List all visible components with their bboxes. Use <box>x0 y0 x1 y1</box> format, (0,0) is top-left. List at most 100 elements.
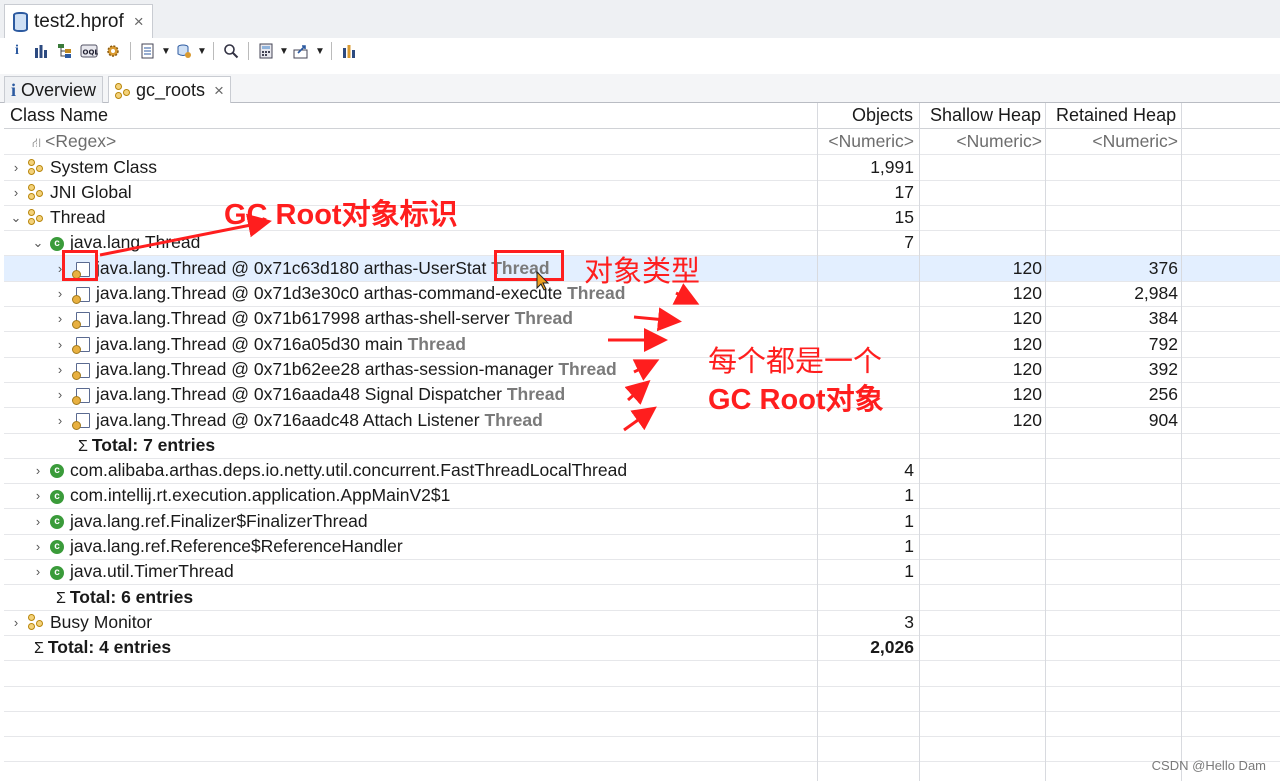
objects-filter-input[interactable]: <Numeric> <box>818 129 914 154</box>
chevron-right-icon[interactable]: › <box>32 458 44 483</box>
sum-icon: Σ <box>34 640 44 658</box>
chevron-right-icon[interactable]: › <box>10 610 22 635</box>
class-icon: c <box>50 565 64 580</box>
shallow-cell: 120 <box>1012 333 1042 354</box>
chevron-right-icon[interactable]: › <box>54 332 66 357</box>
toolbar-separator <box>248 42 249 60</box>
total-row[interactable]: Σ Total: 4 entries 2,026 <box>4 635 1280 662</box>
table-row[interactable]: › c java.util.TimerThread 1 <box>4 559 1280 586</box>
tab-overview[interactable]: i Overview <box>4 76 104 103</box>
class-name-cell: c com.alibaba.arthas.deps.io.netty.util.c… <box>50 458 627 483</box>
chevron-right-icon[interactable]: › <box>54 281 66 306</box>
dominator-tree-icon[interactable] <box>54 40 76 62</box>
retained-cell: 256 <box>1148 384 1178 405</box>
objects-cell: 2,026 <box>870 637 914 658</box>
export-icon[interactable] <box>291 40 313 62</box>
editor-tab-bar: test2.hprof × <box>0 0 1280 39</box>
close-icon[interactable]: × <box>214 81 224 101</box>
row-name: Busy Monitor <box>50 611 153 632</box>
row-name: java.lang.Thread @ 0x716a05d30 main <box>96 333 403 354</box>
table-row[interactable]: › java.lang.Thread @ 0x716aada48 Signal D… <box>4 382 1280 409</box>
class-name-cell: c java.lang.ref.Finalizer$FinalizerThread <box>50 509 368 534</box>
chevron-right-icon[interactable]: › <box>54 382 66 407</box>
export-dropdown-icon[interactable]: ▼ <box>315 40 325 62</box>
table-row[interactable]: › c java.lang.ref.Finalizer$FinalizerThrea… <box>4 509 1280 535</box>
class-icon: c <box>50 489 64 504</box>
table-row[interactable]: › c java.lang.ref.Reference$ReferenceHandl… <box>4 534 1280 560</box>
chevron-right-icon[interactable]: › <box>32 509 44 534</box>
table-row[interactable]: › Busy Monitor 3 <box>4 610 1280 636</box>
editor-tab-test2-hprof[interactable]: test2.hprof × <box>4 4 153 38</box>
table-row[interactable]: ⌄ Thread 15 <box>4 205 1280 232</box>
total-row[interactable]: Σ Total: 7 entries <box>4 433 1280 459</box>
chevron-down-icon[interactable]: ⌄ <box>10 205 22 230</box>
object-gc-root-icon <box>72 337 90 355</box>
shallow-cell <box>920 509 1042 534</box>
chevron-right-icon[interactable]: › <box>10 155 22 180</box>
column-header-objects[interactable]: Objects <box>852 103 913 128</box>
retained-heap-filter-input[interactable]: <Numeric> <box>1046 129 1178 154</box>
chevron-right-icon[interactable]: › <box>10 180 22 205</box>
search-icon[interactable] <box>220 40 242 62</box>
shallow-cell <box>920 458 1042 483</box>
column-separator[interactable] <box>1045 103 1046 781</box>
chevron-right-icon[interactable]: › <box>54 357 66 382</box>
query-dropdown-icon[interactable]: ▼ <box>197 40 207 62</box>
table-row[interactable]: › c com.alibaba.arthas.deps.io.netty.util.… <box>4 458 1280 485</box>
result-tab-bar: i Overview gc_roots × <box>0 74 1280 104</box>
table-row[interactable]: › JNI Global 17 <box>4 180 1280 206</box>
shallow-cell: 120 <box>1012 384 1042 405</box>
column-header-shallow-heap[interactable]: Shallow Heap <box>930 103 1041 128</box>
total-row[interactable]: Σ Total: 6 entries <box>4 585 1280 611</box>
class-name-cell: Σ Total: 7 entries <box>78 433 215 458</box>
class-icon: c <box>50 515 64 530</box>
oql-icon[interactable]: OQL <box>78 40 100 62</box>
row-name: java.lang.Thread @ 0x716aadc48 Attach Li… <box>96 409 480 430</box>
table-row[interactable]: › java.lang.Thread @ 0x716a05d30 main Thr… <box>4 332 1280 358</box>
table-row[interactable]: › c com.intellij.rt.execution.application.… <box>4 483 1280 510</box>
row-name: java.lang.Thread @ 0x71d3e30c0 arthas-co… <box>96 283 563 303</box>
info-icon: i <box>11 79 17 100</box>
calculator-dropdown-icon[interactable]: ▼ <box>279 40 289 62</box>
main-toolbar: i OQL ▼ ▼ ▼ ▼ <box>0 38 1280 64</box>
chevron-right-icon[interactable]: › <box>32 483 44 508</box>
svg-text:OQL: OQL <box>83 49 99 57</box>
heap-dump-icon[interactable] <box>338 40 360 62</box>
class-name-cell: java.lang.Thread @ 0x716aadc48 Attach Li… <box>72 408 543 433</box>
toolbar-separator <box>213 42 214 60</box>
column-separator[interactable] <box>1181 103 1182 781</box>
table-row[interactable]: › java.lang.Thread @ 0x71b617998 arthas-s… <box>4 306 1280 333</box>
chevron-down-icon[interactable]: ⌄ <box>32 230 44 255</box>
histogram-icon[interactable] <box>30 40 52 62</box>
row-name: java.lang.Thread @ 0x71b62ee28 arthas-se… <box>96 358 554 379</box>
table-row[interactable]: › java.lang.Thread @ 0x71b62ee28 arthas-s… <box>4 357 1280 383</box>
tab-gc-roots[interactable]: gc_roots × <box>108 76 231 104</box>
row-name: com.alibaba.arthas.deps.io.netty.util.co… <box>70 460 628 481</box>
calculator-icon[interactable] <box>255 40 277 62</box>
chevron-right-icon[interactable]: › <box>54 408 66 433</box>
column-header-class-name[interactable]: Class Name <box>10 103 108 128</box>
regex-filter-input[interactable]: ⛙ <Regex> <box>32 129 116 154</box>
objects-cell: 4 <box>904 460 914 481</box>
chevron-right-icon[interactable]: › <box>32 534 44 559</box>
table-row[interactable]: › java.lang.Thread @ 0x716aadc48 Attach L… <box>4 408 1280 434</box>
query-browser-icon[interactable] <box>173 40 195 62</box>
report-dropdown-icon[interactable]: ▼ <box>161 40 171 62</box>
object-gc-root-icon <box>72 413 90 431</box>
shallow-heap-filter-input[interactable]: <Numeric> <box>920 129 1042 154</box>
chevron-right-icon[interactable]: › <box>54 306 66 331</box>
retained-cell <box>1046 458 1178 483</box>
close-icon[interactable]: × <box>134 12 144 32</box>
table-row[interactable]: › System Class 1,991 <box>4 155 1280 181</box>
tab-overview-label: Overview <box>21 79 97 100</box>
gear-icon[interactable] <box>102 40 124 62</box>
database-icon <box>13 11 28 32</box>
report-icon[interactable] <box>137 40 159 62</box>
column-separator[interactable] <box>919 103 920 781</box>
column-separator[interactable] <box>817 103 818 781</box>
column-header-retained-heap[interactable]: Retained Heap <box>1056 103 1176 128</box>
chevron-right-icon[interactable]: › <box>32 559 44 584</box>
info-icon[interactable]: i <box>6 40 28 62</box>
class-name-cell: java.lang.Thread @ 0x716aada48 Signal Di… <box>72 382 565 407</box>
object-type-label: Thread <box>501 384 566 405</box>
